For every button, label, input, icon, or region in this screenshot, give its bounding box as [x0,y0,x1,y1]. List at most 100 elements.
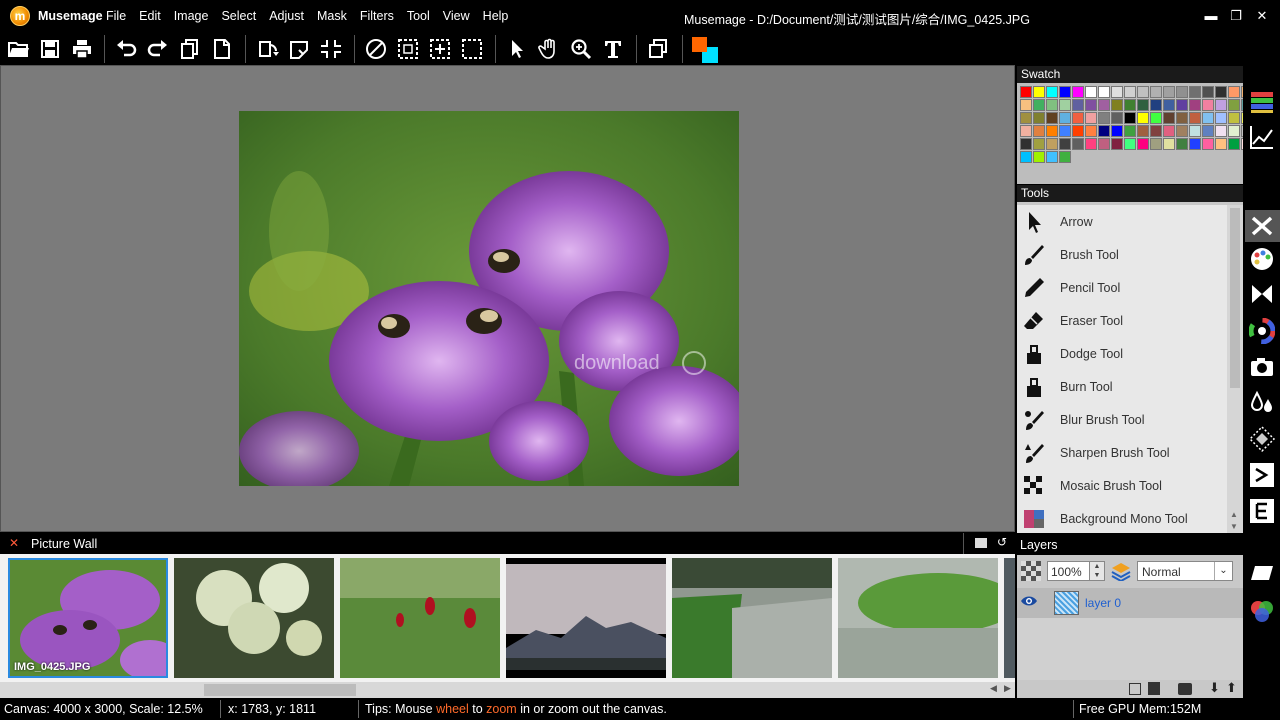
e-icon[interactable] [1249,498,1275,524]
scroll-right-icon[interactable]: ▶ [1004,683,1011,694]
swatch-color[interactable] [1059,151,1071,163]
swatch-color[interactable] [1163,125,1175,137]
swatch-color[interactable] [1150,86,1162,98]
butterfly-icon[interactable] [1249,281,1275,307]
swatch-color[interactable] [1098,86,1110,98]
blend-mode-select[interactable]: Normal ⌄ [1137,561,1233,581]
transform-icon[interactable] [287,37,311,61]
color-wheel-icon[interactable] [1248,317,1276,345]
swatch-color[interactable] [1137,99,1149,111]
move-up-icon[interactable]: ⬆ [1226,680,1237,696]
swatch-color[interactable] [1098,112,1110,124]
minimize-button[interactable]: ▬ [1203,8,1219,24]
swatch-color[interactable] [1124,138,1136,150]
tool-item-dodge-tool[interactable]: Dodge Tool [1017,337,1227,370]
swatch-color[interactable] [1228,86,1240,98]
swatch-color[interactable] [1124,125,1136,137]
swatch-color[interactable] [1085,125,1097,137]
swatch-color[interactable] [1072,125,1084,137]
thumbnail-thistle-bees[interactable]: IMG_0425.JPG [8,558,168,678]
swatch-color[interactable] [1150,125,1162,137]
swatch-color[interactable] [1059,112,1071,124]
thumbnail-lake-shore[interactable] [672,558,832,678]
swatch-color[interactable] [1033,86,1045,98]
new-layer-icon[interactable] [1129,683,1141,695]
hand-icon[interactable] [537,37,561,61]
swatch-color[interactable] [1059,138,1071,150]
tools-scroll-thumb[interactable] [1230,208,1240,388]
swatch-color[interactable] [1111,125,1123,137]
tool-item-burn-tool[interactable]: Burn Tool [1017,370,1227,403]
close-picture-wall-icon[interactable]: ✕ [9,536,19,550]
swatch-color[interactable] [1202,86,1214,98]
swatch-color[interactable] [1189,138,1201,150]
mask-layer-icon[interactable] [1178,683,1192,695]
swatch-color[interactable] [1020,138,1032,150]
swatch-color[interactable] [1150,112,1162,124]
picture-wall-scroll-thumb[interactable] [204,684,356,696]
swatch-color[interactable] [1202,99,1214,111]
swatch-color[interactable] [1189,99,1201,111]
swatch-color[interactable] [1046,86,1058,98]
swatch-color[interactable] [1072,138,1084,150]
swatch-color[interactable] [1176,138,1188,150]
redo-icon[interactable] [146,37,170,61]
swatch-color[interactable] [1085,138,1097,150]
color-swatch-icon[interactable] [692,37,718,63]
swatch-color[interactable] [1215,86,1227,98]
swatch-color[interactable] [1033,125,1045,137]
menu-file[interactable]: File [106,9,126,23]
tool-item-eraser-tool[interactable]: Eraser Tool [1017,304,1227,337]
text-icon[interactable] [601,37,625,61]
swatch-color[interactable] [1189,125,1201,137]
swatch-color[interactable] [1098,138,1110,150]
swatch-color[interactable] [1046,99,1058,111]
swatch-color[interactable] [1098,125,1110,137]
maximize-button[interactable]: ❐ [1228,8,1244,24]
swatch-color[interactable] [1202,112,1214,124]
new-page-icon[interactable] [210,37,234,61]
layer-thumbnail[interactable] [1054,591,1079,615]
save-icon[interactable] [38,37,62,61]
swatch-color[interactable] [1111,86,1123,98]
picture-wall-scrollbar[interactable]: ◀ ▶ [0,682,1015,698]
swatch-color[interactable] [1085,86,1097,98]
swatch-color[interactable] [1228,138,1240,150]
swatch-color[interactable] [1111,112,1123,124]
swatch-color[interactable] [1072,99,1084,111]
swatch-color[interactable] [1137,138,1149,150]
folder-icon[interactable] [975,538,987,548]
swatch-color[interactable] [1176,125,1188,137]
canvas-image[interactable]: download [239,111,739,486]
layer-name[interactable]: layer 0 [1085,596,1121,610]
tool-item-sharpen-brush-tool[interactable]: Sharpen Brush Tool [1017,436,1227,469]
swatch-color[interactable] [1150,99,1162,111]
swatch-color[interactable] [1020,99,1032,111]
swatch-color[interactable] [1111,99,1123,111]
swatch-color[interactable] [1124,86,1136,98]
layer-stack-icon[interactable] [1110,561,1132,583]
swatch-color[interactable] [1137,112,1149,124]
lasso-select-icon[interactable] [460,37,484,61]
swatch-color[interactable] [1124,112,1136,124]
arrow-icon[interactable] [505,37,529,61]
close-button[interactable]: ✕ [1254,8,1270,24]
delete-layer-icon[interactable] [1148,682,1160,695]
scroll-down-icon[interactable]: ▼ [1230,522,1238,531]
swatch-color[interactable] [1215,138,1227,150]
swatch-color[interactable] [1124,99,1136,111]
menu-image[interactable]: Image [174,9,209,23]
tool-item-pencil-tool[interactable]: Pencil Tool [1017,271,1227,304]
refresh-icon[interactable]: ↺ [997,535,1007,549]
swatch-color[interactable] [1228,99,1240,111]
scroll-up-icon[interactable]: ▲ [1230,510,1238,519]
swatch-color[interactable] [1163,138,1175,150]
swatch-color[interactable] [1150,138,1162,150]
pattern-icon[interactable] [1248,425,1276,453]
layers-icon[interactable] [646,37,670,61]
crop-icon[interactable] [319,37,343,61]
camera-icon[interactable] [1249,354,1275,380]
tool-item-background-mono-tool[interactable]: Background Mono Tool [1017,502,1227,533]
swatch-color[interactable] [1046,151,1058,163]
swatch-color[interactable] [1033,138,1045,150]
